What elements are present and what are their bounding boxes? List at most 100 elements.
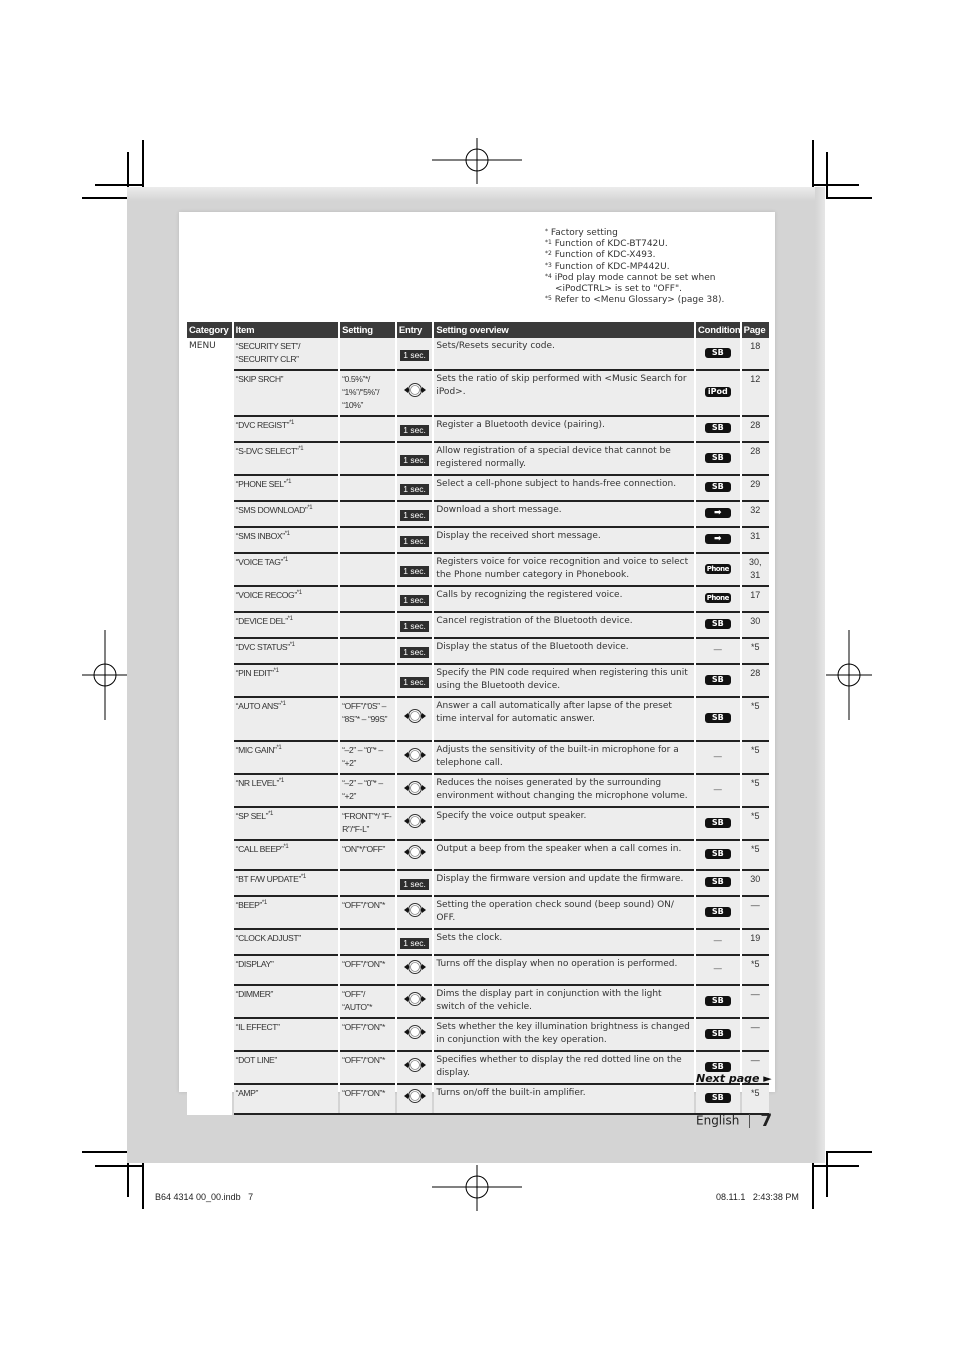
standby-condition-icon: SB — [704, 482, 731, 492]
entry-cell: 1 sec. — [396, 663, 433, 696]
press-1-sec-badge: 1 sec. — [400, 647, 429, 658]
table-row: “SMS INBOX”*1 1 sec. Display the received … — [187, 526, 769, 552]
page-ref-cell: 28 — [741, 415, 769, 441]
table-row: “DOT LINE” “OFF”/“ON”* Specifies whether t… — [187, 1050, 769, 1083]
entry-cell: 1 sec. — [396, 474, 433, 500]
entry-cell: 1 sec. — [396, 585, 433, 611]
table-row: “SKIP SRCH” “0.5%”*/ “1%”/“5%”/ “10%” Sets… — [187, 369, 769, 415]
no-condition-dash: — — [713, 964, 723, 974]
condition-cell: SB — [695, 611, 740, 637]
category-cell — [187, 773, 232, 806]
setting-cell — [340, 928, 395, 954]
overview-cell: Answer a call automatically after lapse … — [434, 696, 694, 740]
item-cell: “MIC GAIN”*1 — [233, 740, 339, 773]
crop-mark — [826, 152, 828, 198]
setting-cell — [340, 441, 395, 474]
footnote-text: Refer to <Menu Glossary> (page 38). — [554, 295, 725, 306]
item-cell: “CLOCK ADJUST” — [233, 928, 339, 954]
crop-mark — [82, 197, 128, 199]
print-file-info: B64 4314 00_00.indb 7 — [155, 1192, 254, 1202]
entry-cell: 1 sec. — [396, 552, 433, 585]
page-ref-cell: *5 — [741, 696, 769, 740]
category-cell — [187, 637, 232, 663]
condition-cell: — — [695, 928, 740, 954]
category-cell — [187, 869, 232, 895]
page-ref-cell: 12 — [741, 369, 769, 415]
condition-cell: — — [695, 773, 740, 806]
table-header-row: Category Item Setting Entry Setting over… — [187, 322, 769, 338]
crop-mark — [826, 1151, 872, 1153]
table-row: “PIN EDIT”*1 1 sec. Specify the PIN code r… — [187, 663, 769, 696]
overview-cell: Calls by recognizing the registered voic… — [434, 585, 694, 611]
overview-cell: Sets the ratio of skip performed with <M… — [434, 369, 694, 415]
condition-cell: iPod — [695, 369, 740, 415]
entry-cell: 1 sec. — [396, 415, 433, 441]
crop-mark — [826, 197, 872, 199]
page-ref-cell: 30 — [741, 869, 769, 895]
category-cell — [187, 1050, 232, 1083]
footnote: *4 iPod play mode cannot be set when — [545, 273, 724, 284]
table-row: MENU “SECURITY SET”/ “SECURITY CLR” 1 sec.… — [187, 338, 769, 369]
condition-cell: SB — [695, 1017, 740, 1050]
entry-cell: 1 sec. — [396, 869, 433, 895]
registration-mark-left — [82, 630, 128, 720]
category-cell — [187, 1017, 232, 1050]
header-condition: Condition — [695, 322, 741, 338]
category-cell — [187, 839, 232, 869]
press-1-sec-badge: 1 sec. — [400, 879, 429, 890]
item-name: “DOT LINE” — [235, 1055, 278, 1065]
item-cell: “S-DVC SELECT”*1 — [233, 441, 339, 474]
setting-cell: “OFF”/“ON”* — [340, 954, 395, 984]
page-number: 7 — [760, 1111, 773, 1131]
category-cell — [187, 895, 232, 928]
footnote-ref: *1 — [296, 590, 302, 596]
page-ref-cell: *5 — [741, 740, 769, 773]
entry-cell — [396, 773, 433, 806]
page-ref-cell: *5 — [741, 954, 769, 984]
item-name: “BT F/W UPDATE” — [235, 874, 302, 884]
overview-cell: Registers voice for voice recognition an… — [434, 552, 694, 585]
table-row: “MIC GAIN”*1 “–2” – “0”* – “+2” Adjusts th… — [187, 740, 769, 773]
next-page-link[interactable]: Next page ► — [696, 1072, 772, 1085]
condition-cell: Phone — [695, 585, 740, 611]
page-ref-cell: — — [741, 984, 769, 1017]
entry-cell: 1 sec. — [396, 441, 433, 474]
condition-cell: SB — [695, 474, 740, 500]
footnote: *5 Refer to <Menu Glossary> (page 38). — [545, 295, 724, 306]
item-cell: “SKIP SRCH” — [233, 369, 339, 415]
entry-cell — [396, 954, 433, 984]
page-ref-cell: 32 — [741, 500, 769, 526]
footnotes: * Factory setting *1 Function of KDC-BT74… — [545, 228, 724, 306]
entry-cell — [396, 740, 433, 773]
crop-mark — [82, 1151, 128, 1153]
item-cell: “PIN EDIT”*1 — [233, 663, 339, 696]
table-row: “DEVICE DEL”*1 1 sec. Cancel registration … — [187, 611, 769, 637]
item-cell: “BEEP”*1 — [233, 895, 339, 928]
entry-cell — [396, 895, 433, 928]
item-cell: “SP SEL”*1 — [233, 806, 339, 839]
table-row: “AMP” “OFF”/“ON”* Turns on/off the built-i… — [187, 1083, 769, 1113]
item-cell: “VOICE TAG”*1 — [233, 552, 339, 585]
item-name: “SECURITY SET”/ “SECURITY CLR” — [235, 341, 301, 364]
control-knob-icon — [402, 1087, 428, 1105]
arrow-condition-icon: ➡ — [704, 534, 731, 544]
table-row: “NR LEVEL”*1 “–2” – “0”* – “+2” Reduces th… — [187, 773, 769, 806]
item-name: “PHONE SEL” — [235, 479, 287, 489]
item-name: “AMP” — [235, 1088, 259, 1098]
footnote-mark: *5 — [545, 295, 552, 303]
condition-cell: ➡ — [695, 526, 740, 552]
press-1-sec-badge: 1 sec. — [400, 510, 429, 521]
condition-cell: SB — [695, 839, 740, 869]
control-knob-icon — [402, 779, 428, 797]
condition-cell: SB — [695, 1083, 740, 1113]
setting-cell — [340, 663, 395, 696]
category-cell — [187, 415, 232, 441]
standby-condition-icon: SB — [704, 452, 731, 463]
item-cell: “SMS INBOX”*1 — [233, 526, 339, 552]
standby-condition-icon: SB — [704, 817, 731, 828]
control-knob-icon — [402, 990, 428, 1008]
item-name: “DVC STATUS” — [235, 642, 290, 652]
footnote-mark: *3 — [545, 261, 552, 269]
header-setting-overview: Setting overview — [434, 322, 694, 338]
standby-condition-icon: SB — [704, 674, 731, 685]
